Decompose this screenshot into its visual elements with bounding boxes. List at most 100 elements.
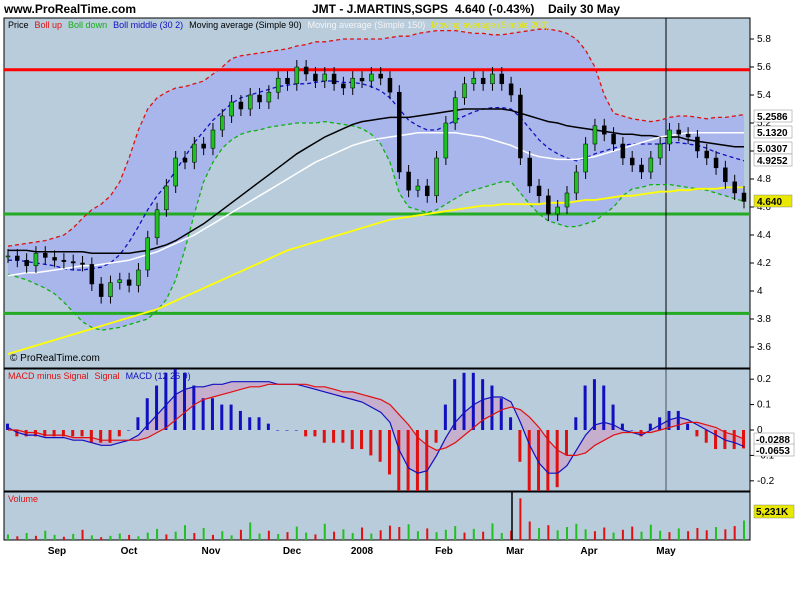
price-candle <box>313 73 318 82</box>
price-candle <box>518 94 523 159</box>
price-candle <box>387 77 393 93</box>
volume-bar <box>193 533 196 540</box>
volume-bar <box>426 528 429 540</box>
volume-bar <box>72 533 75 540</box>
price-candle <box>555 206 560 215</box>
volume-bar <box>416 531 419 540</box>
volume-bar <box>351 533 354 540</box>
volume-bar <box>305 532 308 540</box>
macd-histogram-bar <box>658 417 662 430</box>
volume-bar <box>482 531 485 540</box>
price-candle <box>182 157 188 163</box>
watermark: © ProRealTime.com <box>10 353 100 364</box>
price-candle <box>33 252 39 267</box>
volume-bar <box>184 525 187 540</box>
macd-histogram-bar <box>509 417 513 430</box>
price-candle <box>685 133 691 138</box>
macd-histogram-bar <box>732 430 736 450</box>
price-candle <box>415 185 421 191</box>
price-candle <box>424 185 430 197</box>
volume-bar <box>565 527 568 540</box>
volume-bar <box>156 528 159 540</box>
macd-histogram-bar <box>80 430 84 437</box>
macd-histogram-bar <box>313 430 317 437</box>
volume-bar <box>640 531 643 540</box>
price-candle <box>5 255 11 258</box>
price-legend-item: Boll middle (30 2) <box>113 20 184 30</box>
price-candle <box>108 282 113 297</box>
macd-histogram-bar <box>266 423 270 430</box>
volume-bar <box>7 534 9 540</box>
price-candle <box>210 129 216 149</box>
volume-bar <box>388 525 391 540</box>
price-candle <box>508 83 514 96</box>
macd-histogram-bar <box>136 417 140 430</box>
price-candle <box>657 143 663 159</box>
price-candle <box>480 77 486 85</box>
price-legend-item: Moving average (Simple 150) <box>307 20 426 30</box>
macd-tick-label: -0.2 <box>757 476 775 487</box>
price-candle <box>331 73 337 85</box>
macd-histogram-bar <box>425 430 429 491</box>
price-candle <box>741 192 747 202</box>
volume-bar <box>314 534 317 540</box>
volume-bar <box>62 536 65 540</box>
macd-histogram-bar <box>322 430 326 443</box>
price-candle <box>285 77 290 85</box>
price-candle <box>620 143 626 159</box>
macd-histogram-bar <box>676 410 680 430</box>
volume-bar <box>286 532 289 540</box>
macd-histogram-bar <box>564 430 568 456</box>
volume-bar <box>519 498 522 540</box>
volume-legend-item: Volume <box>8 494 39 504</box>
price-candle <box>117 279 123 283</box>
macd-histogram-bar <box>434 430 438 443</box>
price-tick-label: 5.6 <box>757 62 771 73</box>
macd-legend-item: MACD (12 26 9) <box>125 371 191 381</box>
price-candle <box>378 73 383 79</box>
price-candle <box>145 237 150 271</box>
price-candle <box>229 101 234 117</box>
macd-histogram-bar <box>471 372 475 430</box>
price-candle <box>89 264 95 285</box>
macd-histogram-bar <box>378 430 382 462</box>
macd-histogram-bar <box>220 404 224 430</box>
volume-bar <box>444 529 447 540</box>
volume-bar <box>267 530 270 540</box>
price-candle <box>369 73 374 82</box>
price-value-label: 4.9252 <box>757 156 788 167</box>
volume-bar <box>705 530 708 540</box>
volume-value-label: 5,231K <box>756 507 789 518</box>
volume-bar <box>575 523 578 540</box>
price-candle <box>471 77 477 85</box>
price-tick-label: 4.8 <box>757 174 771 185</box>
volume-bar <box>528 521 531 540</box>
price-candle <box>583 143 588 173</box>
volume-legend: Volume <box>8 494 44 504</box>
macd-histogram-bar <box>276 430 280 431</box>
macd-histogram-bar <box>99 430 103 443</box>
price-candle <box>648 157 654 173</box>
volume-bar <box>472 528 475 540</box>
volume-bar <box>100 537 103 540</box>
price-candle <box>695 136 700 152</box>
volume-bar <box>668 532 671 540</box>
price-candle <box>723 167 728 183</box>
volume-bar <box>342 529 345 540</box>
price-candle <box>52 257 57 261</box>
price-legend-item: Boll down <box>68 20 108 30</box>
price-candle <box>592 125 598 145</box>
volume-bar <box>724 529 727 540</box>
volume-bar <box>556 530 559 540</box>
macd-histogram-bar <box>360 430 364 450</box>
macd-histogram-bar <box>481 379 485 430</box>
volume-bar <box>90 535 93 540</box>
macd-histogram-bar <box>332 430 336 443</box>
macd-legend-item: Signal <box>94 371 120 381</box>
volume-bar <box>323 523 326 540</box>
x-axis-label: Sep <box>48 546 66 557</box>
price-candle <box>43 252 48 258</box>
volume-bar <box>333 531 336 540</box>
macd-tick-label: 0.2 <box>757 374 771 385</box>
price-candle <box>80 262 85 265</box>
